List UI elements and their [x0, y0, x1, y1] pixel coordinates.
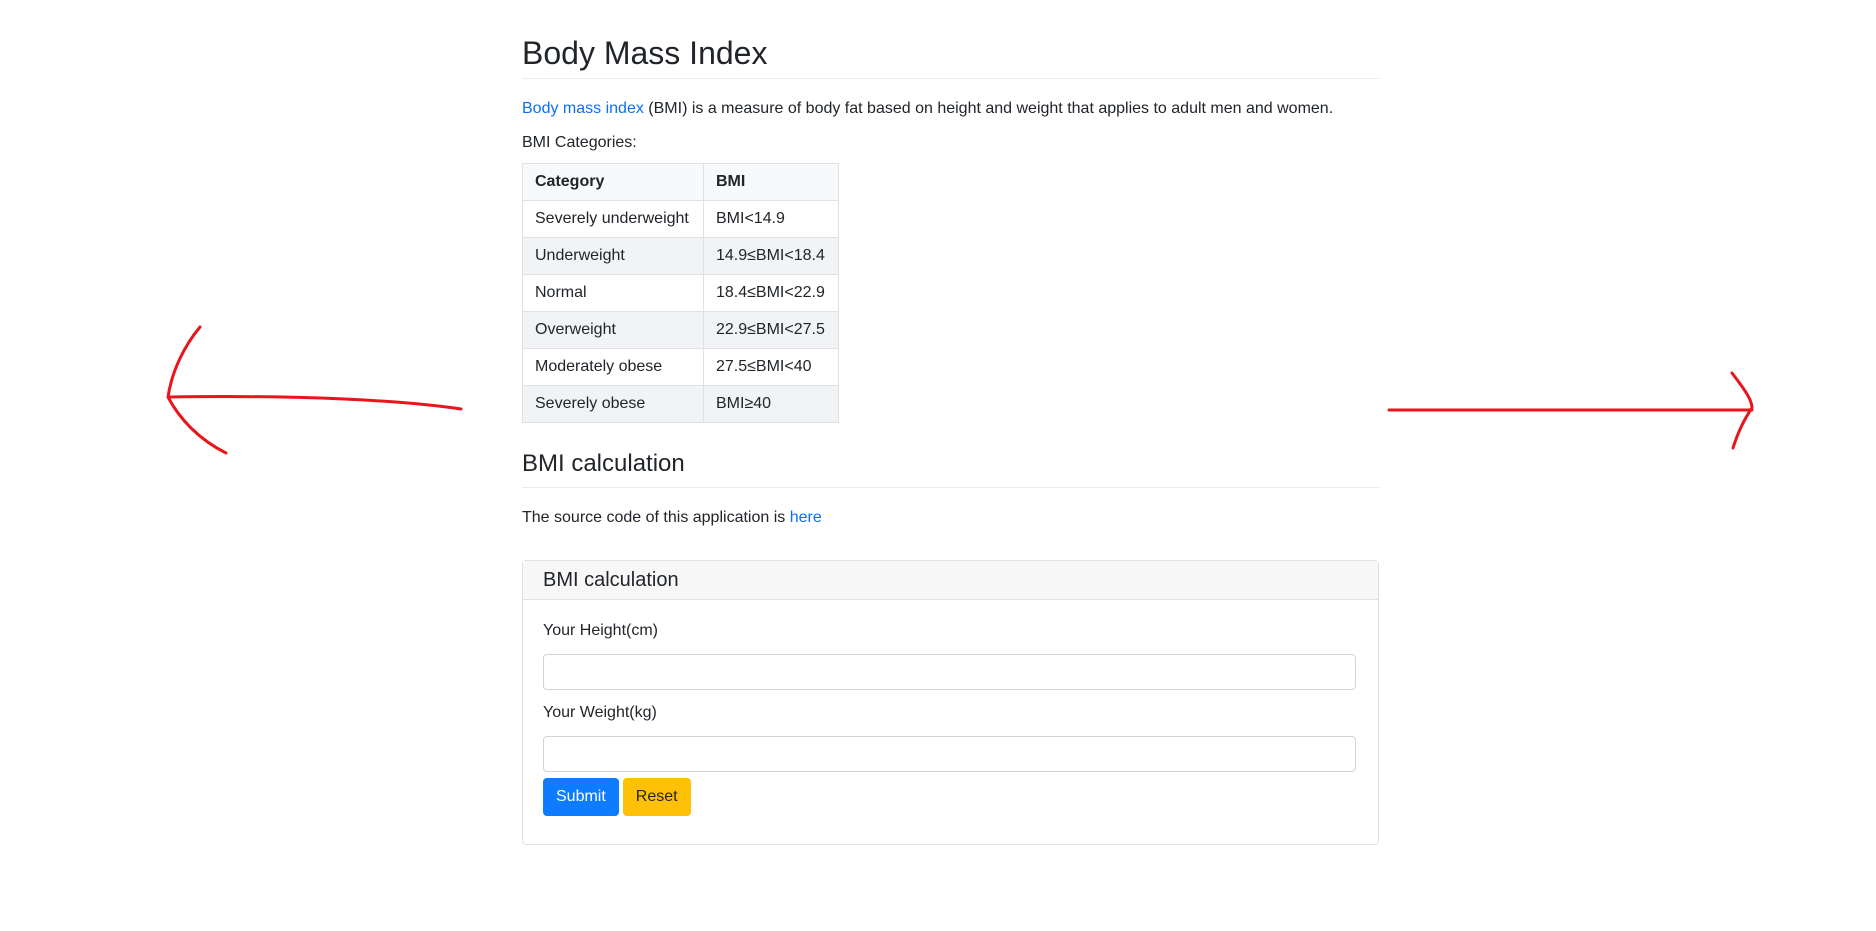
table-cell-bmi: 22.9≤BMI<27.5: [703, 311, 839, 349]
page: Body Mass Index Body mass index (BMI) is…: [0, 0, 1876, 931]
table-cell-bmi: 27.5≤BMI<40: [703, 348, 839, 386]
table-cell-bmi: 18.4≤BMI<22.9: [703, 274, 839, 312]
arrow-right-icon: [1387, 371, 1754, 450]
table-cell-category: Normal: [522, 274, 704, 312]
table-row: Severely obese BMI≥40: [522, 385, 839, 423]
main-container: Body Mass Index Body mass index (BMI) is…: [522, 0, 1379, 845]
table-header-bmi: BMI: [703, 163, 839, 201]
height-input[interactable]: [543, 654, 1356, 690]
bmi-categories-table: Category BMI Severely underweight BMI<14…: [522, 163, 839, 423]
intro-paragraph: Body mass index (BMI) is a measure of bo…: [522, 97, 1379, 121]
table-cell-category: Underweight: [522, 237, 704, 275]
table-cell-category: Severely obese: [522, 385, 704, 423]
bmi-form-card: BMI calculation Your Height(cm) Your Wei…: [522, 560, 1379, 845]
bmi-wiki-link[interactable]: Body mass index: [522, 100, 644, 117]
table-header-row: Category BMI: [522, 163, 839, 201]
table-row: Severely underweight BMI<14.9: [522, 200, 839, 238]
source-code-link[interactable]: here: [790, 509, 822, 526]
source-text: The source code of this application is: [522, 509, 790, 526]
table-cell-category: Overweight: [522, 311, 704, 349]
card-title: BMI calculation: [523, 561, 1378, 600]
weight-input[interactable]: [543, 736, 1356, 772]
table-cell-bmi: 14.9≤BMI<18.4: [703, 237, 839, 275]
table-row: Overweight 22.9≤BMI<27.5: [522, 311, 839, 349]
table-header-category: Category: [522, 163, 704, 201]
intro-text: (BMI) is a measure of body fat based on …: [643, 100, 1334, 117]
table-row: Normal 18.4≤BMI<22.9: [522, 274, 839, 312]
categories-label: BMI Categories:: [522, 134, 637, 151]
table-cell-category: Moderately obese: [522, 348, 704, 386]
weight-label: Your Weight(kg): [543, 704, 657, 721]
calculation-heading: BMI calculation: [522, 449, 1379, 488]
submit-button[interactable]: Submit: [543, 778, 619, 816]
reset-button[interactable]: Reset: [622, 778, 691, 816]
card-body: Your Height(cm) Your Weight(kg) Submit R…: [523, 600, 1378, 844]
height-label: Your Height(cm): [543, 622, 659, 639]
table-row: Moderately obese 27.5≤BMI<40: [522, 348, 839, 386]
table-row: Underweight 14.9≤BMI<18.4: [522, 237, 839, 275]
page-title: Body Mass Index: [522, 0, 1379, 79]
table-cell-bmi: BMI≥40: [703, 385, 839, 423]
source-paragraph: The source code of this application is h…: [522, 506, 1379, 530]
table-cell-category: Severely underweight: [522, 200, 704, 238]
table-cell-bmi: BMI<14.9: [703, 200, 839, 238]
form-buttons: Submit Reset: [543, 778, 1358, 816]
arrow-left-icon: [166, 325, 463, 455]
